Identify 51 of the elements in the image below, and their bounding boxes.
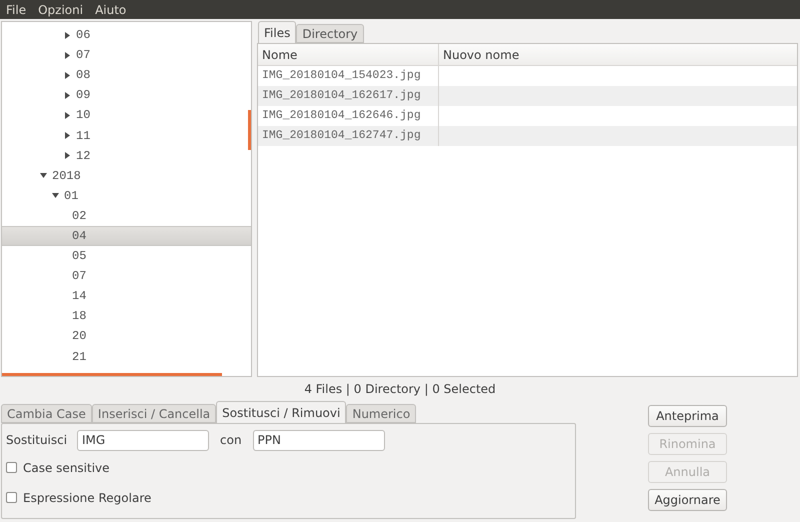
tree-item[interactable]: 10 xyxy=(2,105,251,126)
tree-item[interactable]: 07 xyxy=(2,45,251,66)
tab[interactable]: Cambia Case xyxy=(1,404,92,423)
expanded-arrow-icon[interactable] xyxy=(52,192,59,200)
tree-item[interactable]: 02 xyxy=(2,206,251,226)
tree-item[interactable]: 21 xyxy=(2,346,251,367)
tree-item[interactable]: 2018 xyxy=(2,166,251,186)
tab[interactable]: Sostitusci / Rimuovi xyxy=(216,401,346,423)
scrollbar[interactable] xyxy=(2,373,222,376)
collapsed-arrow-icon[interactable] xyxy=(64,152,71,160)
status-text: 4 Files | 0 Directory | 0 Selected xyxy=(303,381,497,398)
checkbox-label: Espressione Regolare xyxy=(23,490,152,506)
table-cell: IMG_20180104_162747.jpg xyxy=(258,126,439,146)
collapsed-arrow-icon[interactable] xyxy=(64,52,71,59)
field-label: con xyxy=(220,432,242,449)
menu-item[interactable]: Opzioni xyxy=(38,0,84,18)
action-button[interactable]: Aggiornare xyxy=(648,489,727,511)
tab[interactable]: Numerico xyxy=(346,404,416,423)
tree-item[interactable]: 01 xyxy=(2,186,251,206)
checkbox[interactable] xyxy=(6,462,17,473)
tree-item[interactable]: 12 xyxy=(2,146,251,166)
input-field[interactable]: IMG xyxy=(77,430,209,450)
tab[interactable]: Files xyxy=(258,21,296,43)
checkbox[interactable] xyxy=(6,492,17,503)
tree-item[interactable]: 18 xyxy=(2,306,251,326)
tree-item[interactable]: 09 xyxy=(2,85,251,106)
column-header[interactable]: Nome xyxy=(258,44,439,65)
tab[interactable]: Directory xyxy=(296,24,364,43)
field-label: Sostituisci xyxy=(6,432,68,449)
tree-item[interactable]: 14 xyxy=(2,286,251,306)
tree-item[interactable]: 08 xyxy=(2,65,251,86)
collapsed-arrow-icon[interactable] xyxy=(64,32,71,39)
tree-item[interactable]: 20 xyxy=(2,326,251,346)
checkbox-label: Case sensitive xyxy=(23,460,110,476)
tree-item[interactable]: 04 xyxy=(2,226,251,246)
action-button[interactable]: Anteprima xyxy=(648,405,727,427)
menu-item[interactable]: File xyxy=(6,0,26,18)
collapsed-arrow-icon[interactable] xyxy=(64,92,71,99)
collapsed-arrow-icon[interactable] xyxy=(64,112,71,119)
expanded-arrow-icon[interactable] xyxy=(40,172,47,180)
tree-item[interactable]: 05 xyxy=(2,246,251,266)
collapsed-arrow-icon[interactable] xyxy=(64,132,71,140)
input-field[interactable]: PPN xyxy=(252,430,385,450)
collapsed-arrow-icon[interactable] xyxy=(64,72,71,79)
column-header[interactable]: Nuovo nome xyxy=(439,44,797,65)
menu-item[interactable]: Aiuto xyxy=(95,0,126,18)
tree-item[interactable]: 07 xyxy=(2,266,251,286)
scrollbar[interactable] xyxy=(248,110,251,150)
tab[interactable]: Inserisci / Cancella xyxy=(92,404,216,423)
tree-item[interactable]: 06 xyxy=(2,25,251,46)
tree-item[interactable]: 11 xyxy=(2,125,251,146)
